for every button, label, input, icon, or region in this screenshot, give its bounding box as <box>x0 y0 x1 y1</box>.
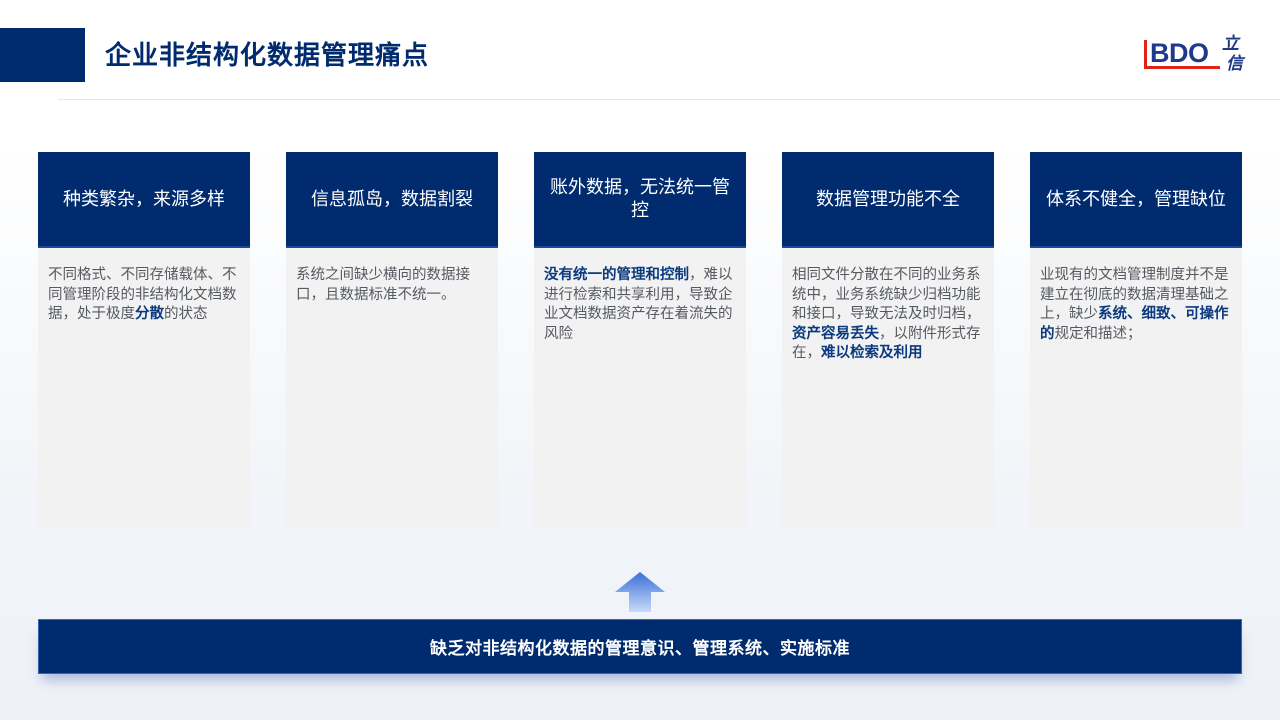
body-text: 的状态 <box>164 306 208 322</box>
card-body: 没有统一的管理和控制，难以进行检索和共享利用，导致企业文档数据资产存在着流失的风… <box>544 266 738 344</box>
pain-point-card-2: 信息孤岛，数据割裂 系统之间缺少横向的数据接口，且数据标准不统一。 <box>286 152 498 530</box>
card-title: 信息孤岛，数据割裂 <box>286 152 498 248</box>
title-accent-block <box>0 28 85 82</box>
page-title: 企业非结构化数据管理痛点 <box>105 41 430 71</box>
conclusion-banner: 缺乏对非结构化数据的管理意识、管理系统、实施标准 <box>38 619 1242 674</box>
card-body: 系统之间缺少横向的数据接口，且数据标准不统一。 <box>296 266 490 305</box>
logo-text: BDO <box>1150 38 1209 68</box>
card-body: 不同格式、不同存储载体、不同管理阶段的非结构化文档数据，处于极度分散的状态 <box>48 266 242 325</box>
bdo-logo: BDO 立 信 <box>1144 36 1246 76</box>
emphasis-text: 分散 <box>135 306 164 322</box>
card-body: 业现有的文档管理制度并不是建立在彻底的数据清理基础之上，缺少系统、细致、可操作的… <box>1040 266 1234 344</box>
emphasis-text: 资产容易丢失 <box>792 325 879 342</box>
pain-point-card-1: 种类繁杂，来源多样 不同格式、不同存储载体、不同管理阶段的非结构化文档数据，处于… <box>38 152 250 530</box>
title-divider <box>58 99 1280 100</box>
logo-chinese-top: 立 <box>1222 34 1239 54</box>
logo-chinese-bottom: 信 <box>1226 54 1243 74</box>
card-title: 数据管理功能不全 <box>782 152 994 248</box>
card-title: 种类繁杂，来源多样 <box>38 152 250 248</box>
pain-point-card-4: 数据管理功能不全 相同文件分散在不同的业务系统中，业务系统缺少归档功能和接口，导… <box>782 152 994 530</box>
card-title: 账外数据，无法统一管控 <box>534 152 746 248</box>
logo-chinese: 立 信 <box>1222 36 1243 73</box>
body-text: 系统之间缺少横向的数据接口，且数据标准不统一。 <box>296 267 470 303</box>
body-text: 相同文件分散在不同的业务系统中，业务系统缺少归档功能和接口，导致无法及时归档， <box>792 267 981 322</box>
up-arrow-icon <box>615 572 665 612</box>
logo-red-underline <box>1144 66 1220 69</box>
logo-red-bar <box>1144 40 1147 66</box>
body-text: 规定和描述； <box>1054 325 1142 342</box>
emphasis-text: 难以检索及利用 <box>821 345 923 361</box>
card-title: 体系不健全，管理缺位 <box>1030 152 1242 248</box>
emphasis-text: 没有统一的管理和控制 <box>544 267 689 283</box>
pain-point-card-5: 体系不健全，管理缺位 业现有的文档管理制度并不是建立在彻底的数据清理基础之上，缺… <box>1030 152 1242 530</box>
pain-point-card-3: 账外数据，无法统一管控 没有统一的管理和控制，难以进行检索和共享利用，导致企业文… <box>534 152 746 530</box>
card-body: 相同文件分散在不同的业务系统中，业务系统缺少归档功能和接口，导致无法及时归档， 资… <box>792 266 986 364</box>
